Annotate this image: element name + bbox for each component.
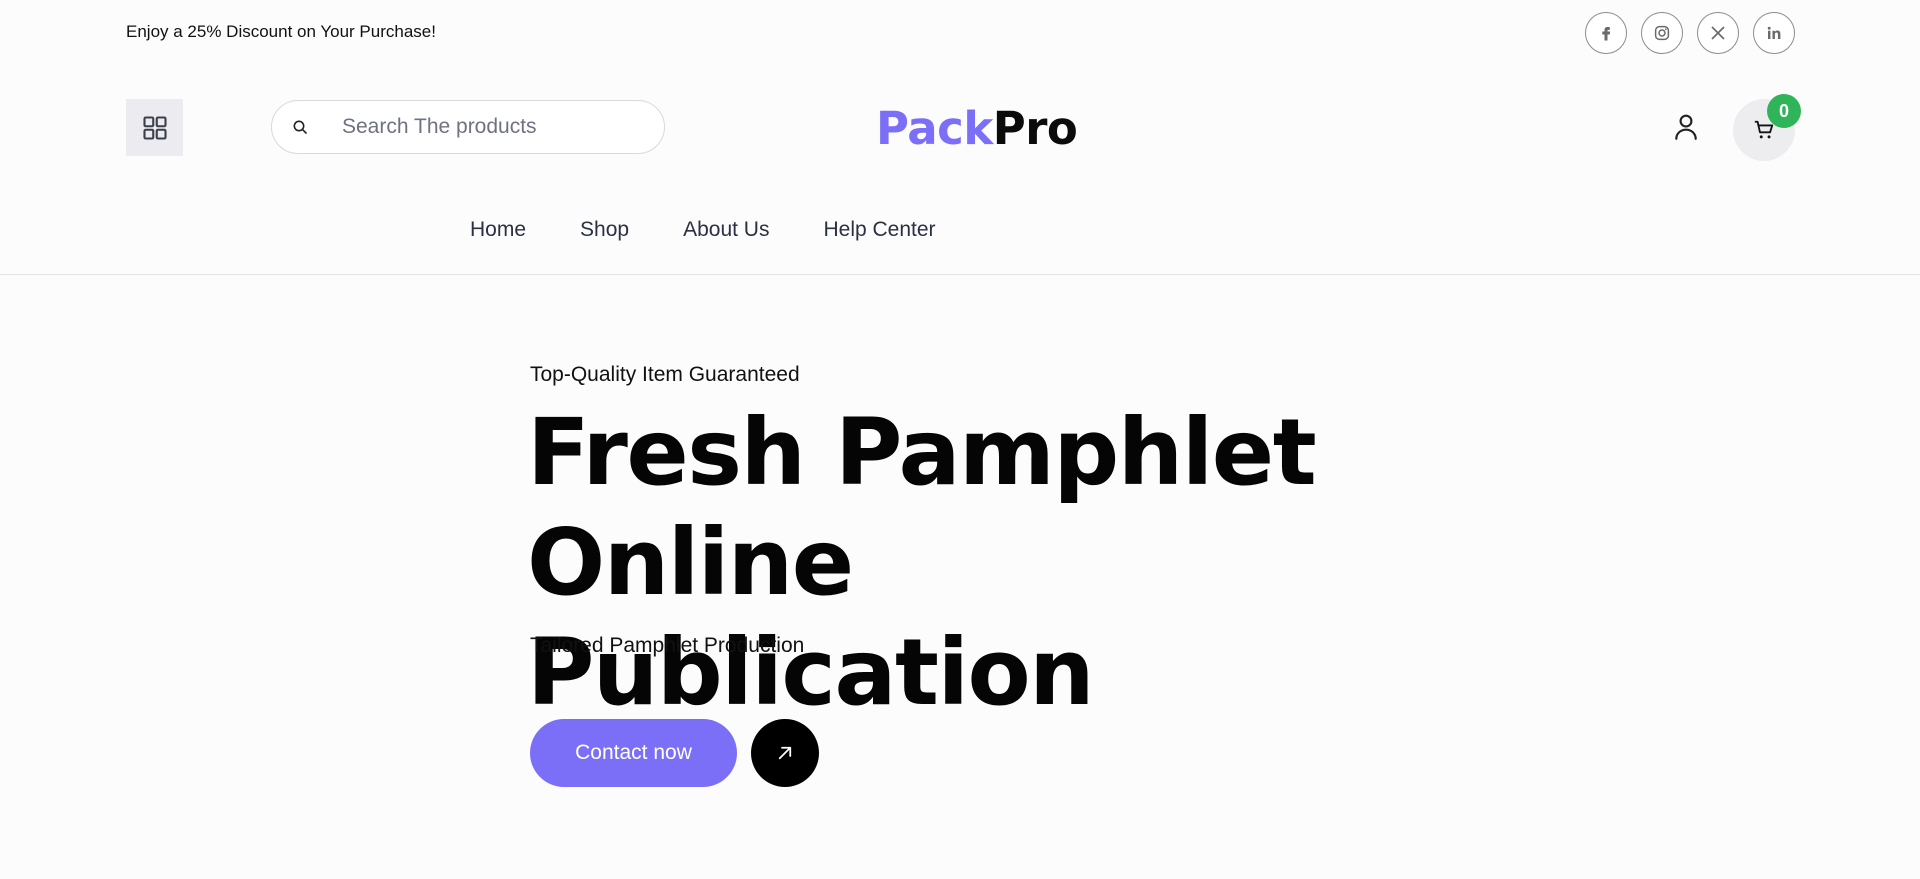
facebook-link[interactable]	[1585, 12, 1627, 54]
x-twitter-icon	[1711, 26, 1725, 40]
hero-kicker: Top-Quality Item Guaranteed	[530, 363, 800, 386]
page: Enjoy a 25% Discount on Your Purchase! S…	[0, 0, 1920, 879]
facebook-icon	[1602, 27, 1611, 41]
nav-item-shop[interactable]: Shop	[580, 218, 629, 242]
search-input[interactable]	[342, 115, 642, 139]
social-links	[1585, 12, 1795, 54]
nav-item-help-center[interactable]: Help Center	[823, 218, 935, 242]
brand-logo[interactable]: PackPro	[876, 102, 1078, 155]
grid-icon	[142, 115, 167, 140]
nav-item-about-us[interactable]: About Us	[683, 218, 769, 242]
instagram-icon	[1654, 25, 1670, 41]
categories-menu-button[interactable]	[126, 99, 183, 156]
arrow-up-right-icon	[778, 746, 792, 760]
promo-text: Enjoy a 25% Discount on Your Purchase!	[126, 22, 436, 41]
user-icon	[1675, 114, 1697, 140]
hero-subtitle: Tailored Pamphlet Production	[530, 634, 805, 657]
logo-part-pro: Pro	[992, 102, 1078, 155]
search-icon[interactable]	[292, 119, 308, 135]
nav-item-home[interactable]: Home	[470, 218, 526, 242]
logo-part-pack: Pack	[876, 102, 993, 155]
hero-title-line-1: Fresh Pamphlet Online	[527, 399, 1317, 616]
search-bar	[271, 100, 665, 154]
account-button[interactable]	[1670, 111, 1702, 143]
instagram-link[interactable]	[1641, 12, 1683, 54]
linkedin-icon	[1767, 26, 1781, 39]
arrow-link-button[interactable]	[751, 719, 819, 787]
contact-now-button[interactable]: Contact now	[530, 719, 737, 787]
linkedin-link[interactable]	[1753, 12, 1795, 54]
x-link[interactable]	[1697, 12, 1739, 54]
hero-title: Fresh Pamphlet Online Publication	[527, 398, 1627, 728]
cart-count-badge: 0	[1767, 94, 1801, 128]
main-nav: Home Shop About Us Help Center	[470, 218, 936, 242]
header-divider	[0, 274, 1920, 275]
